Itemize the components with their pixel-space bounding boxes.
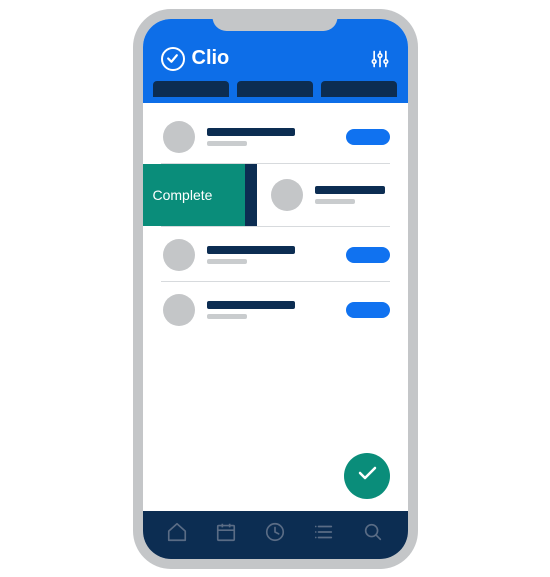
avatar bbox=[163, 121, 195, 153]
title-placeholder bbox=[315, 186, 385, 194]
subtitle-placeholder bbox=[207, 259, 247, 264]
swipe-complete-label: Complete bbox=[153, 187, 213, 203]
item-text bbox=[207, 301, 346, 319]
brand-logo-icon bbox=[161, 47, 185, 71]
list-item[interactable] bbox=[143, 227, 408, 281]
item-text bbox=[315, 186, 390, 204]
swipe-accent bbox=[245, 164, 257, 226]
item-text bbox=[207, 128, 346, 146]
task-list: Complete bbox=[143, 103, 408, 511]
home-icon bbox=[166, 521, 188, 548]
search-icon bbox=[362, 521, 384, 548]
nav-clock[interactable] bbox=[262, 522, 288, 548]
status-pill[interactable] bbox=[346, 129, 390, 145]
list-item[interactable] bbox=[143, 109, 408, 163]
brand: Clio bbox=[161, 47, 230, 71]
list-item[interactable] bbox=[143, 282, 408, 336]
calendar-icon bbox=[215, 521, 237, 548]
list-icon bbox=[313, 521, 335, 548]
subtitle-placeholder bbox=[207, 141, 247, 146]
subtitle-placeholder bbox=[207, 314, 247, 319]
bottom-nav bbox=[143, 511, 408, 559]
app-screen: Clio bbox=[143, 19, 408, 559]
tab-2[interactable] bbox=[237, 81, 313, 97]
fab-complete-button[interactable] bbox=[344, 453, 390, 499]
nav-search[interactable] bbox=[360, 522, 386, 548]
tab-bar bbox=[143, 81, 408, 103]
status-pill[interactable] bbox=[346, 302, 390, 318]
item-text bbox=[207, 246, 346, 264]
sliders-icon[interactable] bbox=[370, 49, 390, 69]
check-icon bbox=[355, 461, 379, 490]
title-placeholder bbox=[207, 246, 295, 254]
nav-calendar[interactable] bbox=[213, 522, 239, 548]
title-placeholder bbox=[207, 128, 295, 136]
status-pill[interactable] bbox=[346, 247, 390, 263]
subtitle-placeholder bbox=[315, 199, 355, 204]
avatar bbox=[163, 294, 195, 326]
title-placeholder bbox=[207, 301, 295, 309]
list-item-swiped[interactable]: Complete bbox=[143, 164, 408, 226]
avatar bbox=[163, 239, 195, 271]
swipe-complete-button[interactable]: Complete bbox=[143, 164, 257, 226]
nav-list[interactable] bbox=[311, 522, 337, 548]
phone-frame: Clio bbox=[133, 9, 418, 569]
clock-icon bbox=[264, 521, 286, 548]
device-notch bbox=[213, 9, 338, 31]
tab-3[interactable] bbox=[321, 81, 397, 97]
tab-1[interactable] bbox=[153, 81, 229, 97]
nav-home[interactable] bbox=[164, 522, 190, 548]
avatar bbox=[271, 179, 303, 211]
brand-name: Clio bbox=[192, 47, 230, 70]
